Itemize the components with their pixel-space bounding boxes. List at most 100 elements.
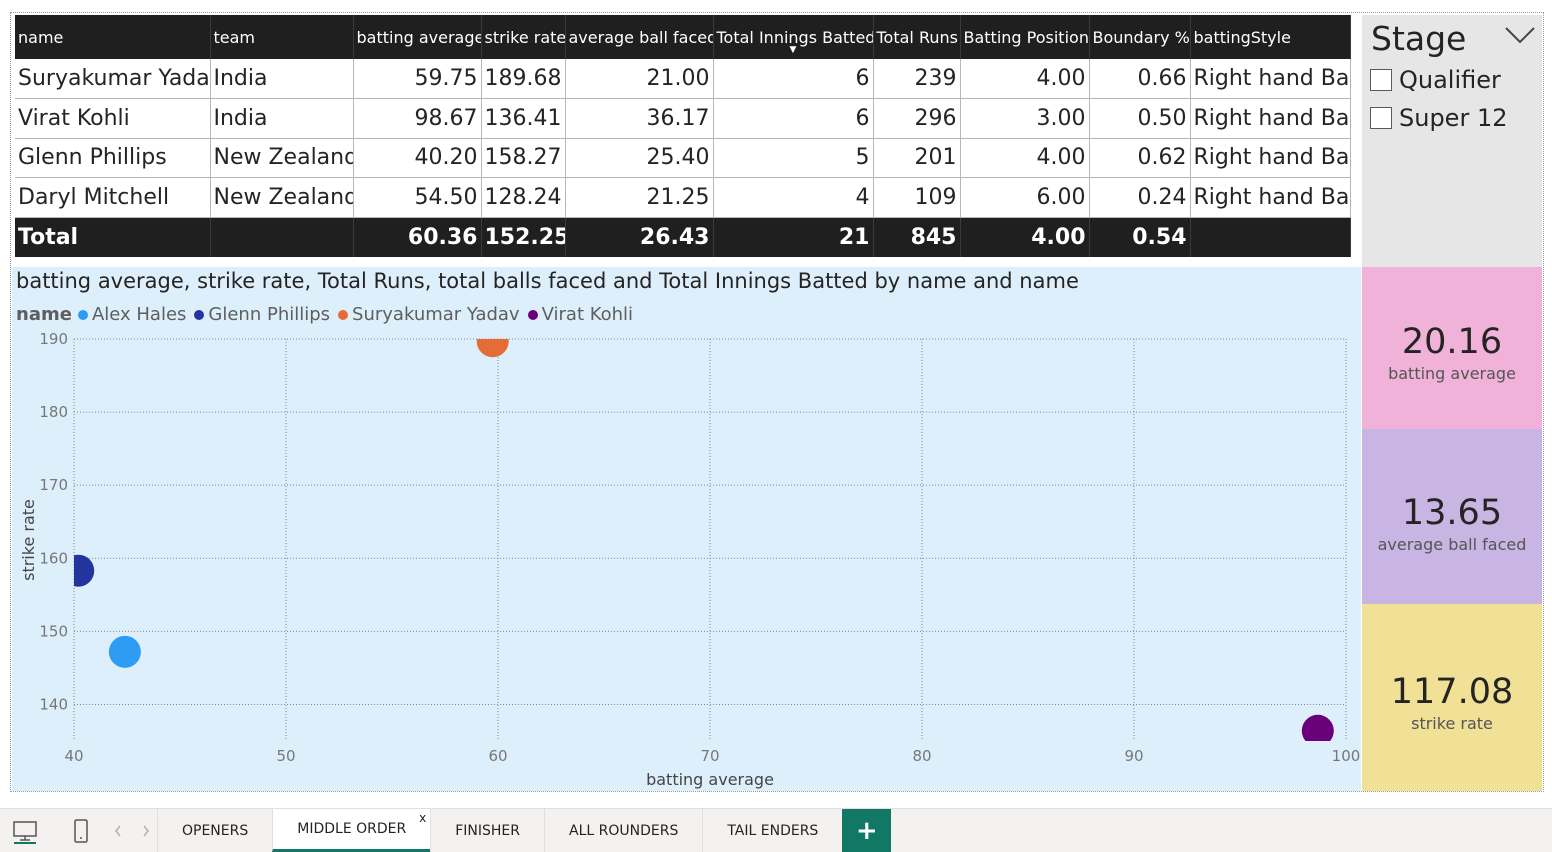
column-header[interactable]: batting average — [353, 15, 482, 59]
prev-page-button[interactable] — [110, 809, 126, 852]
page-tab[interactable]: FINISHER — [430, 809, 544, 852]
x-tick-label: 40 — [64, 747, 83, 765]
column-header[interactable]: Total Runs — [873, 15, 961, 59]
page-tab[interactable]: ALL ROUNDERS — [544, 809, 702, 852]
legend-label: Alex Hales — [91, 304, 187, 325]
total-cell: 0.54 — [1089, 217, 1191, 257]
page-tab[interactable]: OPENERS — [157, 809, 272, 852]
y-tick-label: 180 — [39, 403, 68, 421]
card-strike-rate[interactable]: 117.08 strike rate — [1362, 604, 1542, 791]
chevron-down-icon[interactable] — [1504, 25, 1536, 45]
table-cell: Glenn Phillips — [15, 138, 211, 178]
card-value: 20.16 — [1401, 322, 1503, 362]
column-header[interactable]: name — [15, 15, 211, 59]
total-cell: 26.43 — [565, 217, 714, 257]
column-header-label: batting average — [356, 27, 481, 47]
data-point[interactable] — [1301, 714, 1334, 747]
batting-table: name team batting average strike rate averag… — [15, 15, 1351, 257]
table-cell: India — [210, 98, 354, 139]
slicer-option-super-12[interactable]: Super 12 — [1370, 104, 1507, 132]
column-header[interactable]: strike rate — [481, 15, 566, 59]
table-visual[interactable]: name team batting average strike rate averag… — [15, 15, 1351, 258]
legend-dot-icon — [77, 309, 88, 320]
column-header-label: Total Runs — [876, 27, 958, 47]
table-row[interactable]: Virat Kohli India 98.67 136.41 36.17 6 296 3.00… — [15, 98, 1351, 139]
card-label: strike rate — [1411, 714, 1493, 733]
table-row[interactable]: Suryakumar Yadav India 59.75 189.68 21.00 6 23… — [15, 59, 1351, 99]
legend-dot-icon — [527, 309, 538, 320]
checkbox[interactable] — [1370, 107, 1392, 129]
column-header[interactable]: battingStyle — [1190, 15, 1351, 59]
page-tab[interactable]: MIDDLE ORDER x — [272, 809, 431, 852]
next-page-button[interactable] — [138, 809, 154, 852]
y-axis-label: strike rate — [19, 499, 38, 581]
table-cell: 158.27 — [481, 138, 566, 178]
desktop-view-button[interactable] — [6, 809, 44, 852]
table-cell: Virat Kohli — [15, 98, 211, 139]
table-cell: New Zealand — [210, 138, 354, 178]
y-tick-label: 190 — [39, 330, 68, 348]
total-cell — [1190, 217, 1351, 257]
scatter-chart[interactable]: 40 50 60 70 80 90 100 140 150 160 170 180 190 batting… — [12, 267, 1361, 791]
page-tab-label: MIDDLE ORDER — [297, 821, 407, 837]
checkbox[interactable] — [1370, 69, 1392, 91]
add-page-button[interactable]: + — [842, 809, 892, 852]
column-header[interactable]: Batting Position — [960, 15, 1090, 59]
card-batting-average[interactable]: 20.16 batting average — [1362, 267, 1542, 429]
y-tick-label: 150 — [39, 622, 68, 640]
legend-label: Glenn Phillips — [208, 304, 331, 325]
table-total-row: Total 60.36 152.25 26.43 21 845 4.00 0.54 — [15, 217, 1351, 257]
page-tab[interactable]: TAIL ENDERS — [702, 809, 842, 852]
table-row[interactable]: Glenn Phillips New Zealand 40.20 158.27 25.4… — [15, 138, 1351, 178]
column-header-label: Boundary % — [1092, 27, 1190, 47]
close-tab-icon[interactable]: x — [419, 811, 426, 825]
legend-item[interactable]: Glenn Phillips — [194, 304, 330, 325]
table-cell: 296 — [873, 98, 961, 139]
table-cell: 0.50 — [1089, 98, 1191, 139]
table-cell: 0.62 — [1089, 138, 1191, 178]
prev-page-icon — [115, 825, 121, 836]
sort-descending-icon: ▼ — [789, 45, 797, 55]
column-header[interactable]: average ball faced — [565, 15, 714, 59]
column-header[interactable]: team — [210, 15, 354, 59]
table-cell: 136.41 — [481, 98, 566, 139]
table-row[interactable]: Daryl Mitchell New Zealand 54.50 128.24 21.2… — [15, 177, 1351, 218]
table-cell: Right hand Bat — [1190, 177, 1351, 218]
data-point[interactable] — [108, 635, 141, 668]
x-tick-label: 70 — [700, 747, 719, 765]
x-tick-label: 100 — [1332, 747, 1361, 765]
column-header[interactable]: Boundary % — [1089, 15, 1191, 59]
legend-item[interactable]: Alex Hales — [77, 304, 187, 325]
page-tab-label: FINISHER — [455, 822, 520, 839]
y-tick-label: 160 — [39, 549, 68, 567]
plus-icon: + — [855, 815, 878, 846]
stage-slicer[interactable]: Stage Qualifier Super 12 — [1362, 15, 1542, 267]
total-cell: 152.25 — [481, 217, 566, 257]
table-cell: 0.66 — [1089, 59, 1191, 99]
table-cell: Right hand Bat — [1190, 138, 1351, 178]
column-header-label: Total Innings Batted — [716, 27, 873, 47]
desktop-icon — [13, 820, 37, 844]
table-cell: 3.00 — [960, 98, 1090, 139]
x-tick-label: 80 — [912, 747, 931, 765]
y-tick-label: 170 — [39, 476, 68, 494]
table-cell: 6.00 — [960, 177, 1090, 218]
slicer-option-qualifier[interactable]: Qualifier — [1370, 66, 1501, 94]
mobile-view-button[interactable] — [66, 809, 96, 852]
table-cell: 21.25 — [565, 177, 714, 218]
slicer-title: Stage — [1371, 19, 1467, 58]
page-tabs: OPENERS MIDDLE ORDER x FINISHER ALL ROUNDERS… — [157, 809, 892, 852]
legend-label: Suryakumar Yadav — [352, 304, 520, 325]
table-cell: 201 — [873, 138, 961, 178]
y-tick-label: 140 — [39, 695, 68, 713]
legend-dot-icon — [338, 309, 349, 320]
legend-item[interactable]: Virat Kohli — [527, 304, 633, 325]
total-cell — [210, 217, 354, 257]
column-header[interactable]: Total Innings Batted ▼ — [713, 15, 874, 59]
data-point[interactable] — [476, 325, 509, 358]
legend-item[interactable]: Suryakumar Yadav — [338, 304, 520, 325]
page-tab-label: ALL ROUNDERS — [569, 822, 679, 839]
table-cell: 4.00 — [960, 138, 1090, 178]
x-tick-label: 50 — [276, 747, 295, 765]
card-average-ball-faced[interactable]: 13.65 average ball faced — [1362, 429, 1542, 604]
